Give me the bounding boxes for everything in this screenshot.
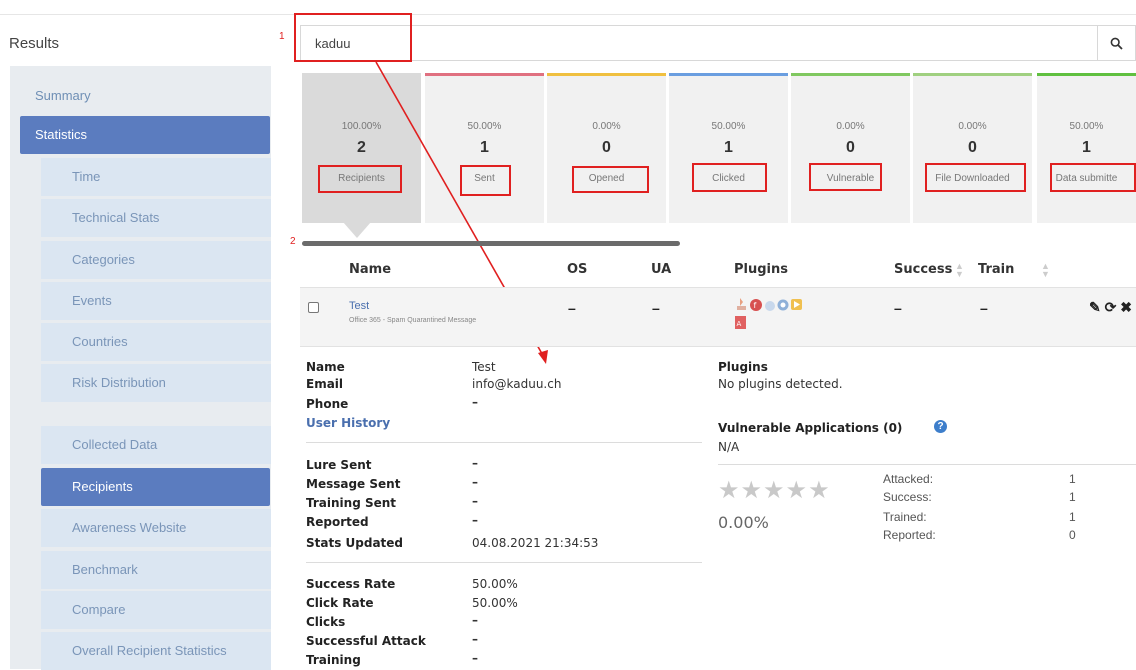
detail-divider [718, 464, 1136, 465]
column-header-train[interactable]: Train [978, 262, 1014, 277]
detail-training-sent-label: Training Sent [306, 496, 397, 510]
plugins-text: No plugins detected. [718, 377, 843, 391]
detail-successful-attack-label: Successful Attack [306, 634, 426, 648]
plugin-icons: f A [733, 296, 803, 341]
detail-reported-label: Reported [306, 515, 369, 529]
detail-successful-attack-value: – [472, 632, 478, 646]
detail-divider [306, 562, 702, 563]
vulnerable-applications-title: Vulnerable Applications (0) [718, 421, 903, 435]
pdf-plugin-icon: A [735, 316, 746, 329]
row-actions: ✎ ⟳ ✖ [1089, 299, 1132, 316]
rating-percentage: 0.00% [718, 513, 769, 532]
vulnerable-applications-value: N/A [718, 440, 740, 454]
detail-phone-value: – [472, 395, 478, 409]
horizontal-scrollbar[interactable] [302, 241, 680, 246]
detail-training-value: – [472, 651, 478, 665]
detail-stats-updated-value: 04.08.2021 21:34:53 [472, 536, 599, 550]
detail-lure-sent-value: – [472, 456, 478, 470]
success-value: 1 [1069, 490, 1076, 504]
column-header-ua[interactable]: UA [651, 262, 671, 277]
detail-message-sent-label: Message Sent [306, 477, 401, 491]
detail-click-rate-value: 50.00% [472, 596, 518, 610]
delete-icon[interactable]: ✖ [1120, 299, 1132, 315]
svg-text:f: f [754, 301, 757, 310]
flash-plugin-icon: f [750, 299, 762, 311]
recipient-template: Office 365 - Spam Quarantined Message [349, 317, 477, 324]
detail-training-label: Training [306, 653, 361, 667]
trained-label: Trained: [883, 510, 927, 524]
silverlight-plugin-icon [765, 301, 775, 311]
detail-phone-label: Phone [306, 397, 349, 411]
column-header-success[interactable]: Success [894, 262, 952, 277]
detail-stats-updated-label: Stats Updated [306, 536, 404, 550]
detail-success-rate-value: 50.00% [472, 577, 518, 591]
row-ua: – [652, 300, 660, 316]
quicktime-plugin-icon [777, 299, 789, 311]
sort-icon[interactable]: ▲ ▼ [1041, 262, 1050, 279]
detail-name-label: Name [306, 360, 345, 374]
detail-email-value: info@kaduu.ch [472, 377, 562, 391]
success-label: Success: [883, 490, 932, 504]
help-icon[interactable]: ? [934, 420, 947, 433]
trained-value: 1 [1069, 510, 1076, 524]
detail-lure-sent-label: Lure Sent [306, 458, 372, 472]
reported-value: 0 [1069, 528, 1076, 542]
user-history-link[interactable]: User History [306, 416, 390, 430]
column-header-plugins[interactable]: Plugins [734, 262, 788, 277]
detail-email-label: Email [306, 377, 344, 391]
recipient-name-link[interactable]: Test [349, 300, 369, 312]
detail-message-sent-value: – [472, 475, 478, 489]
sort-icon[interactable]: ▲ ▼ [955, 262, 964, 279]
detail-clicks-label: Clicks [306, 615, 346, 629]
detail-divider [306, 442, 702, 443]
row-train: – [980, 300, 988, 316]
detail-clicks-value: – [472, 613, 478, 627]
plugins-title: Plugins [718, 360, 768, 374]
java-plugin-icon [737, 298, 746, 310]
edit-icon[interactable]: ✎ [1089, 299, 1101, 315]
row-success: – [894, 300, 902, 316]
column-header-name[interactable]: Name [349, 262, 391, 277]
refresh-icon[interactable]: ⟳ [1105, 299, 1117, 315]
reported-label: Reported: [883, 528, 936, 542]
rating-stars: ★★★★★ [718, 477, 831, 504]
detail-reported-value: – [472, 513, 478, 527]
detail-success-rate-label: Success Rate [306, 577, 396, 591]
row-checkbox[interactable] [308, 302, 319, 313]
row-os: – [568, 300, 576, 316]
detail-training-sent-value: – [472, 494, 478, 508]
svg-text:A: A [737, 320, 742, 328]
detail-name-value: Test [472, 360, 496, 374]
detail-click-rate-label: Click Rate [306, 596, 374, 610]
attacked-label: Attacked: [883, 472, 934, 486]
attacked-value: 1 [1069, 472, 1076, 486]
windows-media-plugin-icon [791, 299, 802, 310]
column-header-os[interactable]: OS [567, 262, 587, 277]
